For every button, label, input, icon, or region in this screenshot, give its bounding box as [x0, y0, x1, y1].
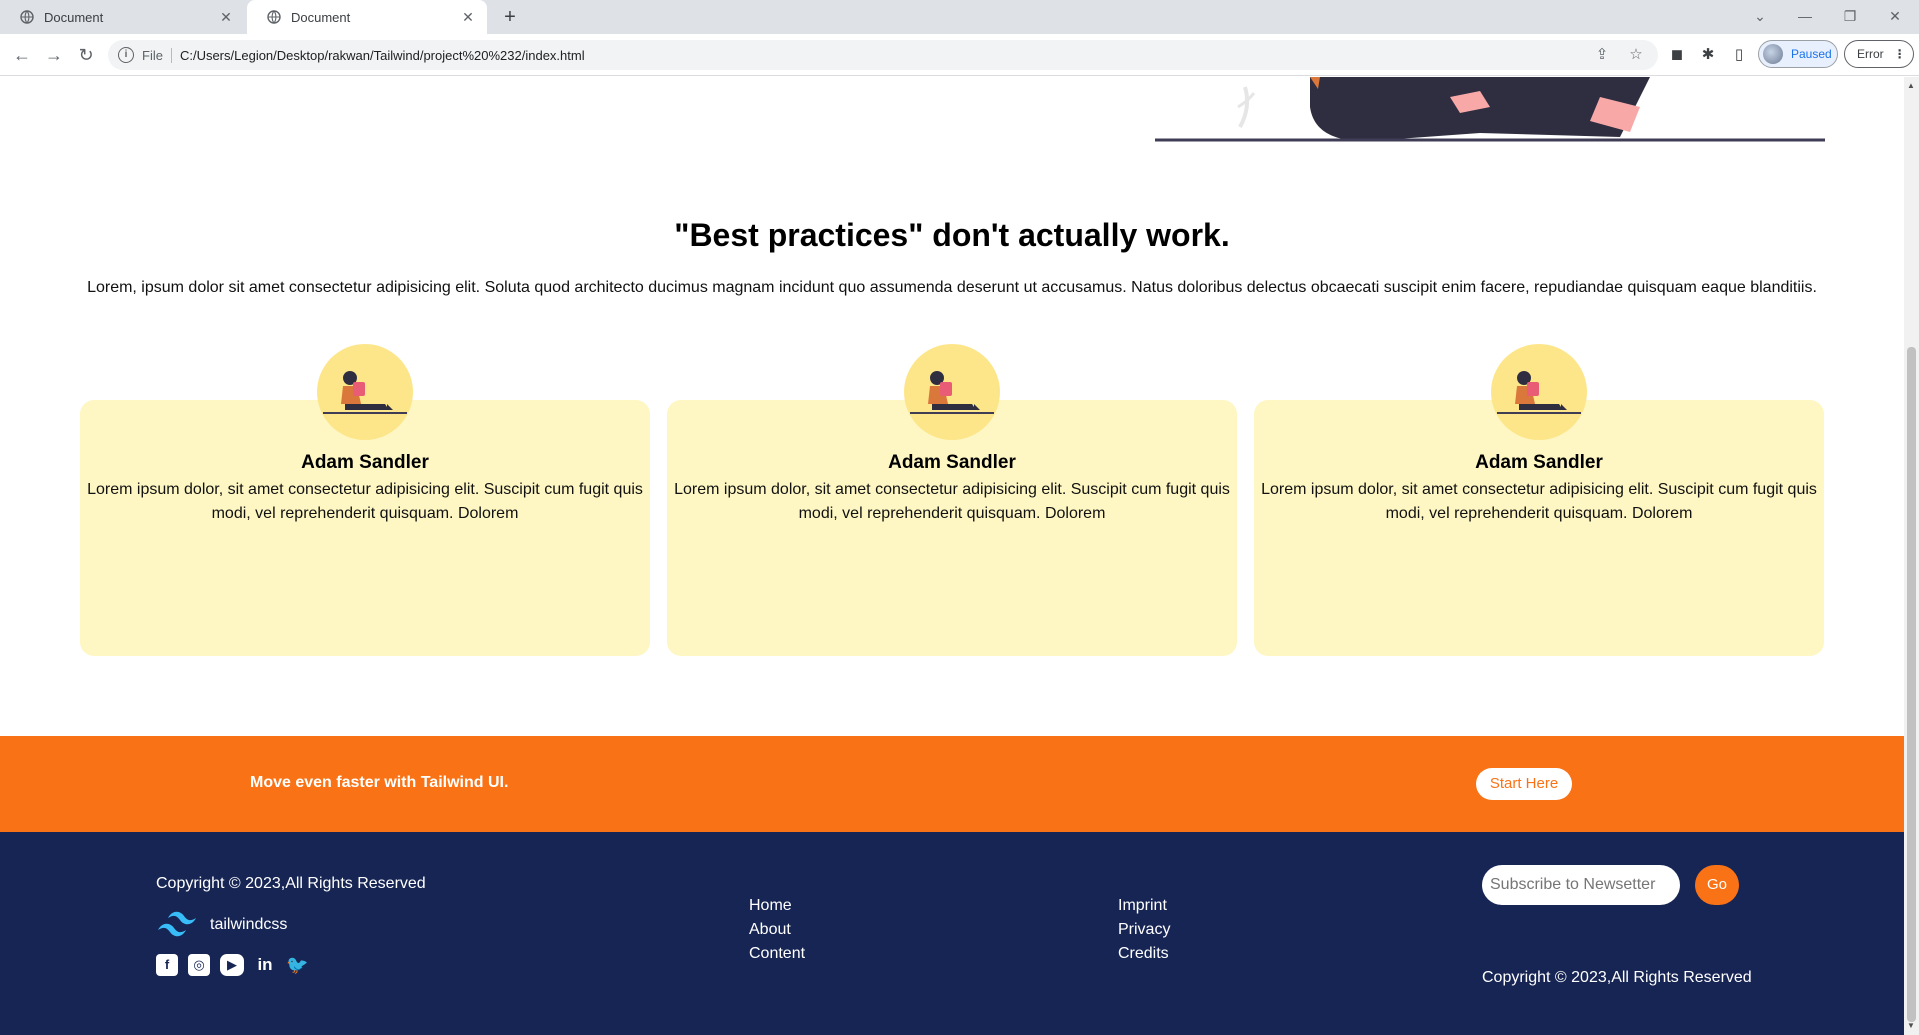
globe-icon	[267, 10, 281, 24]
card-name: Adam Sandler	[888, 452, 1016, 473]
footer-link-content[interactable]: Content	[749, 942, 805, 966]
profile-button[interactable]: Paused	[1758, 40, 1838, 68]
cta-banner: Move even faster with Tailwind UI. Start…	[0, 736, 1904, 832]
restore-icon[interactable]: ❐	[1830, 4, 1870, 28]
site-info-icon[interactable]: i	[118, 47, 134, 63]
close-icon[interactable]: ✕	[459, 9, 477, 26]
footer-link-credits[interactable]: Credits	[1118, 942, 1170, 966]
bookmark-star-icon[interactable]: ☆	[1626, 45, 1646, 65]
puzzle-extensions-icon[interactable]: ✱	[1698, 45, 1718, 65]
newsletter-input[interactable]	[1482, 865, 1680, 905]
scroll-up-icon[interactable]: ▲	[1907, 81, 1915, 90]
reading-person-icon	[910, 371, 994, 414]
profile-avatar	[1763, 44, 1783, 64]
extension-icon[interactable]: ◼	[1667, 45, 1687, 65]
instagram-icon[interactable]: ◎	[188, 954, 210, 976]
reading-person-avatar	[317, 344, 413, 440]
hero-illustration	[1155, 77, 1825, 142]
team-card: Adam Sandler Lorem ipsum dolor, sit amet…	[667, 344, 1237, 656]
browser-toolbar: ← → ↻ i File C:/Users/Legion/Desktop/rak…	[0, 34, 1919, 76]
card-name: Adam Sandler	[1475, 452, 1603, 473]
reading-person-avatar	[904, 344, 1000, 440]
share-icon[interactable]: ⇪	[1592, 45, 1612, 65]
scroll-down-icon[interactable]: ▼	[1907, 1021, 1915, 1030]
facebook-icon[interactable]: f	[156, 954, 178, 976]
error-label: Error	[1857, 47, 1884, 61]
tailwind-wave-icon	[158, 911, 196, 937]
reading-person-icon	[323, 371, 407, 414]
footer-copyright-right: Copyright © 2023,All Rights Reserved	[1482, 969, 1752, 986]
tailwind-logo-text: tailwindcss	[210, 916, 288, 933]
forward-icon[interactable]: →	[42, 43, 66, 67]
card-description: Lorem ipsum dolor, sit amet consectetur …	[674, 481, 1230, 522]
footer-link-imprint[interactable]: Imprint	[1118, 894, 1170, 918]
cta-text: Move even faster with Tailwind UI.	[250, 774, 509, 791]
footer-link-about[interactable]: About	[749, 918, 805, 942]
minimize-icon[interactable]: —	[1785, 4, 1825, 28]
new-tab-button[interactable]: +	[498, 5, 522, 29]
profile-status: Paused	[1791, 47, 1832, 61]
team-card: Adam Sandler Lorem ipsum dolor, sit amet…	[80, 344, 650, 656]
reading-person-icon	[1497, 371, 1581, 414]
footer-link-home[interactable]: Home	[749, 894, 805, 918]
reload-icon[interactable]: ↻	[74, 43, 98, 67]
tab-document-2[interactable]: Document ✕	[247, 0, 487, 34]
footer: Copyright © 2023,All Rights Reserved tai…	[0, 832, 1904, 1035]
page-viewport: "Best practices" don't actually work. Lo…	[0, 77, 1904, 1035]
close-icon[interactable]: ✕	[217, 9, 235, 26]
side-panel-icon[interactable]: ▯	[1729, 45, 1749, 65]
linkedin-icon[interactable]: in	[254, 954, 276, 976]
error-button[interactable]: Error ⋮	[1844, 40, 1914, 68]
team-card: Adam Sandler Lorem ipsum dolor, sit amet…	[1254, 344, 1824, 656]
back-icon[interactable]: ←	[10, 43, 34, 67]
tab-document-1[interactable]: Document ✕	[0, 0, 245, 34]
window-close-icon[interactable]: ✕	[1875, 4, 1915, 28]
section-intro: Lorem, ipsum dolor sit amet consectetur …	[87, 279, 1817, 296]
card-description: Lorem ipsum dolor, sit amet consectetur …	[1261, 481, 1817, 522]
footer-link-privacy[interactable]: Privacy	[1118, 918, 1170, 942]
scrollbar-thumb[interactable]	[1907, 347, 1916, 1022]
tab-strip: Document ✕ Document ✕ + ⌄ — ❐ ✕	[0, 0, 1919, 34]
go-button[interactable]: Go	[1695, 865, 1739, 905]
start-here-button[interactable]: Start Here	[1476, 768, 1572, 800]
social-links: f ◎ ▶ in 🐦	[156, 954, 318, 976]
card-description: Lorem ipsum dolor, sit amet consectetur …	[87, 481, 643, 522]
tab-title: Document	[44, 9, 104, 25]
url-scheme: File	[142, 47, 172, 63]
page-scrollbar[interactable]: ▲ ▼	[1904, 77, 1919, 1035]
card-name: Adam Sandler	[301, 452, 429, 473]
footer-links-primary: Home About Content	[749, 894, 805, 966]
tailwind-logo[interactable]: tailwindcss	[156, 910, 287, 940]
menu-kebab-icon[interactable]: ⋮	[1894, 47, 1906, 61]
tab-search-icon[interactable]: ⌄	[1740, 4, 1780, 28]
url-text[interactable]: C:/Users/Legion/Desktop/rakwan/Tailwind/…	[180, 48, 585, 63]
youtube-icon[interactable]: ▶	[220, 954, 244, 976]
twitter-icon[interactable]: 🐦	[286, 954, 308, 976]
tab-title: Document	[291, 9, 351, 25]
address-bar[interactable]: i File C:/Users/Legion/Desktop/rakwan/Ta…	[108, 40, 1658, 70]
section-heading: "Best practices" don't actually work.	[674, 217, 1230, 253]
footer-links-legal: Imprint Privacy Credits	[1118, 894, 1170, 966]
reading-person-avatar	[1491, 344, 1587, 440]
footer-copyright: Copyright © 2023,All Rights Reserved	[156, 875, 426, 892]
globe-icon	[20, 10, 34, 24]
